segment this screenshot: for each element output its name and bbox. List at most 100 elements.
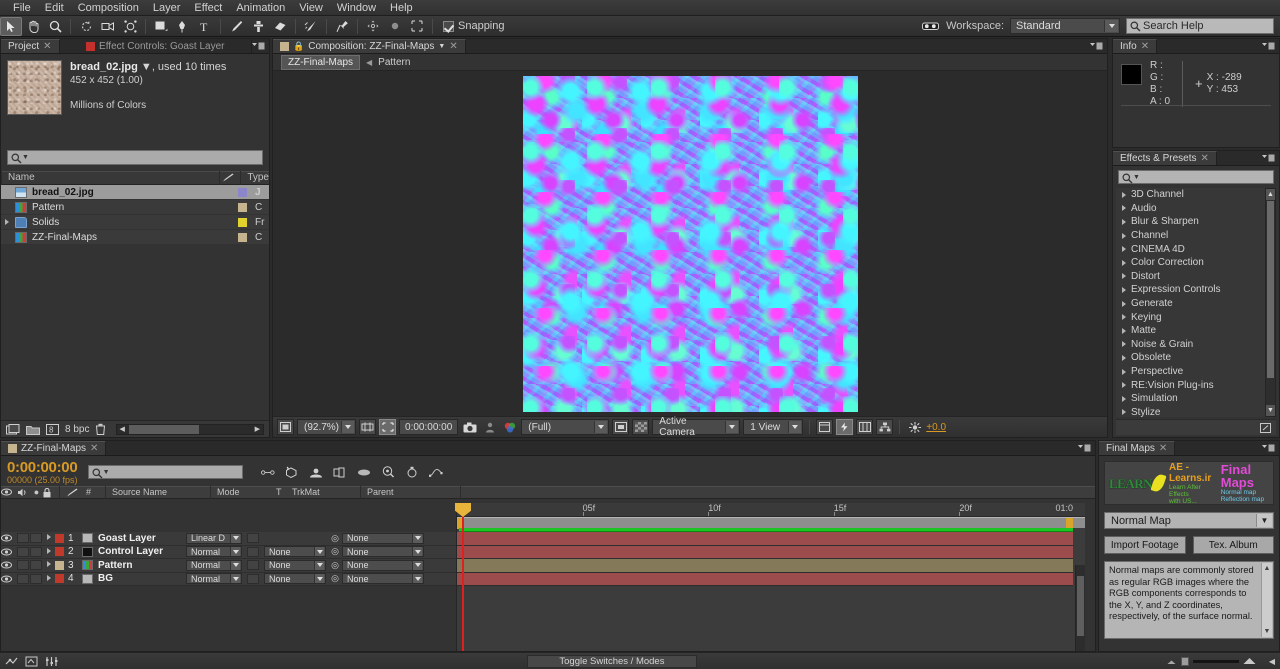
zoom-out-icon[interactable] bbox=[1166, 658, 1177, 665]
column-mode[interactable]: Mode bbox=[210, 486, 270, 499]
disclosure-triangle-icon[interactable] bbox=[1122, 395, 1126, 402]
menu-item-edit[interactable]: Edit bbox=[38, 0, 71, 16]
comp-flowchart-icon[interactable] bbox=[876, 419, 894, 435]
anchor-align-icon[interactable] bbox=[362, 17, 384, 36]
snapping-checkbox-box[interactable] bbox=[443, 20, 454, 32]
workspace-select[interactable]: Standard bbox=[1010, 18, 1120, 34]
menu-item-view[interactable]: View bbox=[292, 0, 330, 16]
breadcrumb-child[interactable]: Pattern bbox=[378, 57, 410, 68]
close-icon[interactable]: ✕ bbox=[90, 443, 98, 454]
camera-select[interactable]: Active Camera bbox=[652, 416, 741, 438]
delete-icon[interactable] bbox=[95, 423, 106, 435]
close-icon[interactable]: ✕ bbox=[1159, 443, 1167, 454]
chevron-down-icon[interactable] bbox=[314, 574, 324, 584]
column-type[interactable]: Type bbox=[240, 171, 269, 185]
disclosure-triangle-icon[interactable] bbox=[43, 574, 55, 583]
close-icon[interactable]: ✕ bbox=[449, 41, 457, 52]
zoom-slider-track[interactable] bbox=[1192, 659, 1239, 663]
effects-category[interactable]: 3D Channel bbox=[1116, 188, 1276, 202]
parent-pickwhip-icon[interactable]: ◎ bbox=[328, 533, 342, 544]
parent-pickwhip-icon[interactable]: ◎ bbox=[328, 546, 342, 557]
composition-mini-flowchart-icon[interactable] bbox=[5, 656, 18, 667]
project-horizontal-scrollbar[interactable]: ◀ ▶ bbox=[116, 423, 264, 435]
menu-item-composition[interactable]: Composition bbox=[71, 0, 146, 16]
effects-category[interactable]: Expression Controls bbox=[1116, 283, 1276, 297]
layer-bar[interactable] bbox=[457, 559, 1073, 573]
label-color-swatch[interactable] bbox=[55, 533, 64, 543]
always-preview-icon[interactable] bbox=[277, 419, 294, 435]
layer-trkmat-select[interactable]: None bbox=[264, 573, 326, 585]
time-ruler[interactable]: 0f 05f 10f 15f 20f 01:0 bbox=[457, 503, 1085, 517]
scroll-down-icon[interactable]: ▼ bbox=[1266, 405, 1275, 416]
tab-timeline-comp[interactable]: ZZ-Final-Maps ✕ bbox=[1, 441, 107, 455]
roto-brush-tool-icon[interactable] bbox=[300, 17, 322, 36]
disclosure-triangle-icon[interactable] bbox=[1122, 191, 1126, 198]
panel-menu-icon[interactable] bbox=[1262, 444, 1275, 453]
transparency-grid-icon[interactable] bbox=[632, 419, 650, 435]
tex-album-button[interactable]: Tex. Album bbox=[1192, 536, 1274, 554]
channels-icon[interactable] bbox=[501, 419, 518, 435]
label-color-swatch[interactable] bbox=[55, 560, 64, 570]
disclosure-triangle-icon[interactable] bbox=[1122, 409, 1126, 416]
layer-parent-select[interactable]: None bbox=[342, 559, 424, 571]
table-row[interactable]: 1 Goast Layer Linear D ◎ None bbox=[1, 532, 456, 546]
tab-composition[interactable]: 🔒 Composition: ZZ-Final-Maps ▼ ✕ bbox=[273, 39, 466, 53]
pixel-aspect-correction-icon[interactable] bbox=[816, 419, 834, 435]
column-trkmat[interactable]: TrkMat bbox=[290, 486, 360, 499]
disclosure-triangle-icon[interactable] bbox=[1122, 259, 1126, 266]
audio-toggle[interactable] bbox=[17, 546, 29, 557]
solo-toggle[interactable] bbox=[30, 533, 42, 544]
list-item[interactable]: bread_02.jpg J bbox=[1, 185, 269, 200]
video-toggle-icon[interactable] bbox=[1, 561, 17, 569]
timeline-time-display[interactable]: 0:00:00:00 00000 (25.00 fps) bbox=[7, 460, 78, 485]
menu-item-file[interactable]: File bbox=[6, 0, 38, 16]
menu-item-help[interactable]: Help bbox=[383, 0, 420, 16]
camera-tool-icon[interactable] bbox=[97, 17, 119, 36]
effects-category[interactable]: Blur & Sharpen bbox=[1116, 215, 1276, 229]
new-animation-preset-icon[interactable] bbox=[1260, 422, 1271, 433]
chevron-down-icon[interactable] bbox=[341, 421, 355, 433]
description-scrollbar[interactable]: ▲ ▼ bbox=[1261, 563, 1272, 637]
show-snapshot-icon[interactable] bbox=[481, 419, 498, 435]
layer-mode-select[interactable]: Normal bbox=[186, 559, 242, 571]
chevron-down-icon[interactable] bbox=[314, 547, 324, 557]
solo-toggle[interactable] bbox=[30, 546, 42, 557]
preserve-transparency-toggle[interactable] bbox=[247, 546, 259, 557]
chevron-down-icon[interactable]: ▼ bbox=[1133, 174, 1140, 181]
menu-item-window[interactable]: Window bbox=[330, 0, 383, 16]
preserve-transparency-toggle[interactable] bbox=[247, 533, 259, 544]
effects-category[interactable]: Perspective bbox=[1116, 365, 1276, 379]
layer-name[interactable]: Goast Layer bbox=[98, 533, 186, 544]
selection-tool-icon[interactable] bbox=[0, 16, 22, 36]
disclosure-triangle-icon[interactable] bbox=[1122, 205, 1126, 212]
region-of-interest-icon[interactable] bbox=[379, 419, 397, 435]
exposure-icon[interactable] bbox=[906, 419, 923, 435]
fast-previews-icon[interactable] bbox=[836, 419, 854, 435]
tab-info[interactable]: Info ✕ bbox=[1113, 39, 1158, 53]
chevron-down-icon[interactable] bbox=[230, 533, 240, 543]
comp-renderer-icon[interactable] bbox=[25, 656, 38, 667]
timeline-zoom-control[interactable] bbox=[1166, 656, 1256, 666]
search-help-input[interactable]: Search Help bbox=[1126, 18, 1274, 34]
disclosure-triangle-icon[interactable] bbox=[1122, 368, 1126, 375]
final-maps-description[interactable]: Normal maps are commonly stored as regul… bbox=[1104, 561, 1274, 639]
label-color-swatch[interactable] bbox=[55, 547, 64, 557]
panel-menu-icon[interactable] bbox=[1262, 154, 1275, 163]
effects-category[interactable]: Channel bbox=[1116, 229, 1276, 243]
chevron-down-icon[interactable]: ▼ bbox=[1256, 514, 1272, 527]
table-row[interactable]: 3 Pattern Normal None ◎ None bbox=[1, 559, 456, 573]
chevron-down-icon[interactable] bbox=[230, 547, 240, 557]
tab-project[interactable]: Project ✕ bbox=[1, 39, 60, 53]
layer-parent-select[interactable]: None bbox=[342, 573, 424, 585]
preserve-transparency-toggle[interactable] bbox=[247, 560, 259, 571]
brainstorm-icon[interactable] bbox=[381, 465, 395, 479]
effects-category[interactable]: Distort bbox=[1116, 270, 1276, 284]
motion-sketch-icon[interactable] bbox=[45, 656, 58, 667]
panel-menu-icon[interactable] bbox=[252, 42, 265, 51]
grid-guides-icon[interactable] bbox=[359, 419, 377, 435]
toggle-switches-modes-button[interactable]: Toggle Switches / Modes bbox=[526, 654, 697, 668]
effects-category[interactable]: Simulation bbox=[1116, 392, 1276, 406]
solo-toggle[interactable] bbox=[30, 573, 42, 584]
effects-scrollbar[interactable]: ▲ ▼ bbox=[1265, 188, 1276, 417]
parent-pickwhip-icon[interactable]: ◎ bbox=[328, 573, 342, 584]
